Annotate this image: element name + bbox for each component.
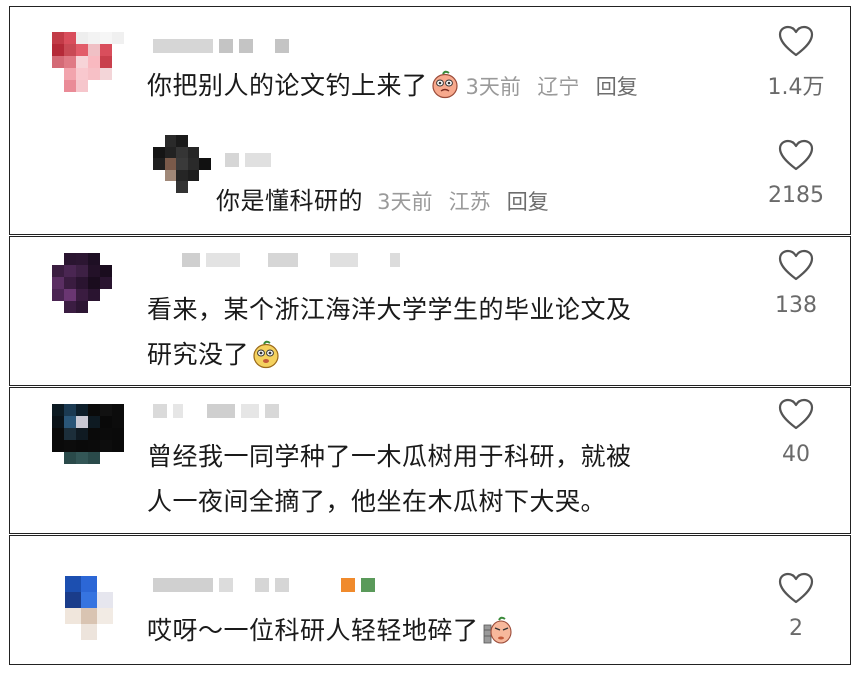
heart-outline-icon[interactable] [778, 25, 814, 57]
avatar[interactable] [52, 404, 124, 464]
comment-text: 看来，某个浙江海洋大学学生的毕业论文及 研究没了 [147, 295, 632, 369]
like-count: 40 [782, 442, 810, 467]
heart-outline-icon[interactable] [778, 139, 814, 171]
reply-button[interactable]: 回复 [507, 190, 549, 214]
peach-face-wall-emoji [483, 616, 512, 644]
like-count: 1.4万 [767, 75, 825, 100]
like-group[interactable]: 1.4万 [756, 25, 836, 101]
comment-card-3: 曾经我一同学种了一木瓜树用于科研，就被 人一夜间全摘了，他坐在木瓜树下大哭。 4… [9, 387, 851, 534]
avatar[interactable] [153, 135, 211, 193]
comment-card-1: 你把别人的论文钓上来了 3天前 辽宁 回复 1.4万 你是懂科研的 3天前 江苏… [9, 6, 851, 235]
heart-outline-icon[interactable] [778, 249, 814, 281]
username-blurred[interactable] [153, 404, 279, 418]
username-blurred[interactable] [225, 153, 271, 167]
avatar[interactable] [65, 576, 113, 640]
like-group[interactable]: 40 [756, 398, 836, 467]
location: 辽宁 [537, 75, 580, 99]
avatar[interactable] [52, 32, 124, 92]
location: 江苏 [448, 190, 491, 214]
comment-text: 你把别人的论文钓上来了 3天前 辽宁 回复 [147, 70, 638, 100]
timestamp: 3天前 [465, 75, 521, 99]
comment-text: 哎呀～一位科研人轻轻地碎了 [147, 608, 521, 653]
like-count: 138 [775, 293, 817, 318]
comment-card-4: 哎呀～一位科研人轻轻地碎了 2 [9, 535, 851, 665]
like-group[interactable]: 2185 [756, 139, 836, 208]
peach-face-emoji [431, 70, 458, 99]
like-group[interactable]: 138 [756, 249, 836, 318]
comment-text: 曾经我一同学种了一木瓜树用于科研，就被 人一夜间全摘了，他坐在木瓜树下大哭。 [147, 442, 632, 516]
username-blurred[interactable] [153, 39, 289, 53]
username-blurred[interactable] [153, 578, 375, 592]
peach-face-emoji [253, 340, 279, 369]
like-group[interactable]: 2 [756, 572, 836, 641]
username-blurred[interactable] [182, 253, 400, 267]
heart-outline-icon[interactable] [778, 572, 814, 604]
avatar[interactable] [52, 253, 124, 313]
timestamp: 3天前 [377, 190, 433, 214]
reply-button[interactable]: 回复 [596, 75, 638, 99]
like-count: 2185 [768, 183, 824, 208]
heart-outline-icon[interactable] [778, 398, 814, 430]
like-count: 2 [789, 616, 803, 641]
comment-card-2: 看来，某个浙江海洋大学学生的毕业论文及 研究没了 138 [9, 236, 851, 386]
reply-text: 你是懂科研的 3天前 江苏 回复 [216, 187, 549, 215]
